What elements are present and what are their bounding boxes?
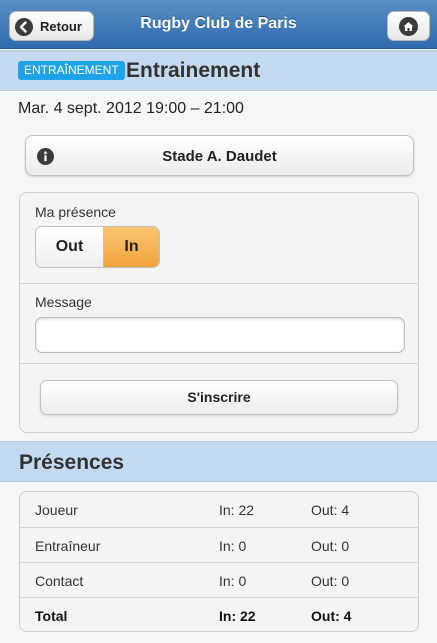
- table-row: Contact In: 0 Out: 0: [20, 562, 418, 597]
- presence-option-in[interactable]: In: [104, 227, 159, 267]
- table-row: Entraîneur In: 0 Out: 0: [20, 527, 418, 562]
- row-out: Out: 4: [311, 502, 350, 518]
- home-button[interactable]: [387, 11, 430, 41]
- presences-title: Présences: [19, 451, 125, 474]
- presences-table: Joueur In: 22 Out: 4 Entraîneur In: 0 Ou…: [19, 491, 419, 632]
- presence-form: Ma présence Out In Message S'inscrire: [19, 192, 419, 433]
- row-out: Out: 0: [311, 538, 350, 554]
- total-out: Out: 4: [311, 608, 352, 624]
- event-title: Entrainement: [126, 59, 261, 82]
- event-section-bar: ENTRAÎNEMENT Entrainement: [0, 50, 437, 91]
- total-label: Total: [35, 608, 68, 624]
- home-icon: [399, 17, 418, 36]
- presences-section-bar: Présences: [0, 441, 437, 482]
- row-role: Entraîneur: [35, 538, 101, 554]
- row-in: In: 0: [219, 538, 247, 554]
- row-out: Out: 0: [311, 573, 350, 589]
- row-in: In: 22: [219, 502, 255, 518]
- row-role: Joueur: [35, 502, 78, 518]
- venue-label: Stade A. Daudet: [162, 148, 277, 165]
- total-in: In: 22: [219, 608, 256, 624]
- presence-label: Ma présence: [35, 204, 116, 220]
- event-type-badge: ENTRAÎNEMENT: [18, 61, 125, 80]
- table-total-row: Total In: 22 Out: 4: [20, 597, 418, 631]
- presence-toggle[interactable]: Out In: [35, 226, 160, 268]
- row-in: In: 0: [219, 573, 247, 589]
- divider: [20, 363, 418, 364]
- message-input[interactable]: [35, 317, 405, 353]
- presence-option-out[interactable]: Out: [36, 227, 104, 267]
- row-role: Contact: [35, 573, 84, 589]
- page-title: Rugby Club de Paris: [140, 15, 297, 32]
- divider: [20, 283, 418, 284]
- message-label: Message: [35, 294, 92, 310]
- event-date: Mar. 4 sept. 2012 19:00 – 21:00: [18, 100, 244, 117]
- register-button[interactable]: S'inscrire: [40, 380, 398, 415]
- app-header: Retour Rugby Club de Paris: [0, 0, 437, 49]
- table-row: Joueur In: 22 Out: 4: [20, 492, 418, 527]
- venue-button[interactable]: Stade A. Daudet: [25, 135, 414, 176]
